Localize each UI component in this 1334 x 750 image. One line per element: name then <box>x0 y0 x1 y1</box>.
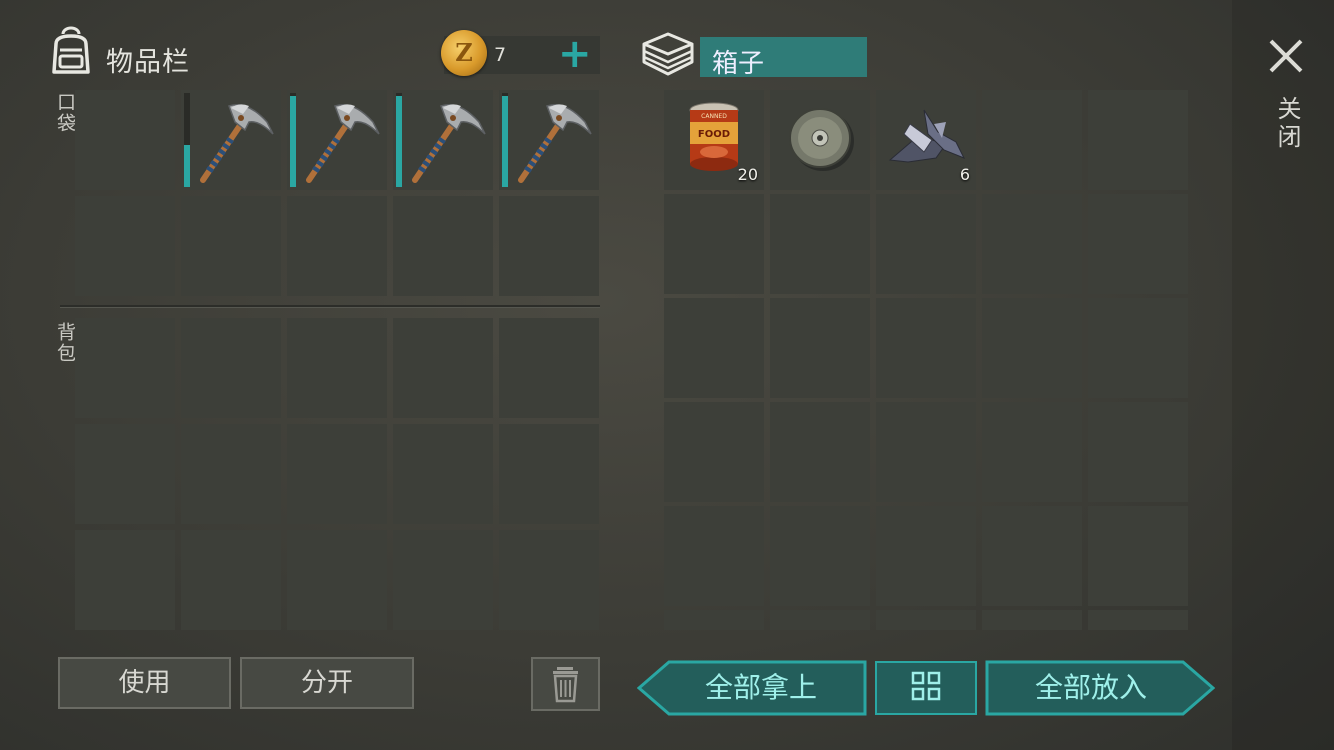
pocket-slot[interactable] <box>287 90 387 190</box>
svg-text:FOOD: FOOD <box>698 129 730 140</box>
svg-text:CANNED: CANNED <box>701 113 727 120</box>
container-slot[interactable] <box>770 90 870 190</box>
backpack-slot[interactable] <box>499 530 599 630</box>
backpack-slot[interactable] <box>393 530 493 630</box>
sort-button[interactable] <box>875 661 977 715</box>
put-all-label: 全部放入 <box>1034 671 1147 704</box>
container-title: 箱子 <box>712 49 765 79</box>
backpack-slot[interactable] <box>287 530 387 630</box>
container-slot[interactable] <box>982 402 1082 502</box>
container-slot[interactable] <box>876 194 976 294</box>
scrap-metal-icon <box>888 109 966 163</box>
pocket-slot[interactable] <box>287 196 387 296</box>
metal-disc-icon <box>789 108 854 171</box>
inventory-title: 物品栏 <box>106 47 190 78</box>
container-slot[interactable] <box>1088 610 1188 630</box>
backpack-slot[interactable] <box>181 424 281 524</box>
pickaxe-icon <box>306 104 380 183</box>
close-icon[interactable] <box>1266 36 1306 76</box>
container-slot[interactable] <box>876 298 976 398</box>
backpack-slot[interactable] <box>75 424 175 524</box>
pocket-slot[interactable] <box>75 90 175 190</box>
container-slot[interactable]: CANNED FOOD 20 <box>664 90 764 190</box>
container-slot[interactable] <box>876 506 976 606</box>
item-quantity: 20 <box>737 165 758 184</box>
container-slot[interactable] <box>1088 194 1188 294</box>
container-slot[interactable] <box>876 402 976 502</box>
discard-button[interactable] <box>531 657 600 711</box>
section-divider <box>60 305 600 308</box>
close-label[interactable]: 关闭 <box>1270 96 1305 152</box>
add-currency-button[interactable]: + <box>558 34 592 74</box>
backpack-slot[interactable] <box>393 424 493 524</box>
trash-icon <box>553 667 578 703</box>
backpack-slot[interactable] <box>393 318 493 418</box>
pickaxe-icon <box>518 104 592 183</box>
container-slot[interactable] <box>982 298 1082 398</box>
container-title-box: 箱子 <box>700 37 867 79</box>
container-slot[interactable] <box>770 506 870 606</box>
container-slot[interactable] <box>664 402 764 502</box>
item-quantity: 6 <box>959 165 970 184</box>
backpack-slot[interactable] <box>75 530 175 630</box>
container-slot[interactable] <box>982 194 1082 294</box>
backpack-slot[interactable] <box>75 318 175 418</box>
container-slot[interactable] <box>664 194 764 294</box>
pickaxe-icon <box>200 104 274 183</box>
container-slot[interactable] <box>982 90 1082 190</box>
container-slot[interactable] <box>664 506 764 606</box>
take-all-button[interactable]: 全部拿上 <box>637 660 867 716</box>
container-slot[interactable] <box>1088 402 1188 502</box>
container-slot[interactable] <box>770 402 870 502</box>
container-slot[interactable] <box>982 506 1082 606</box>
coin-count: 7 <box>494 44 507 66</box>
container-slot[interactable] <box>876 610 976 630</box>
container-slot[interactable] <box>664 298 764 398</box>
container-slot[interactable] <box>770 610 870 630</box>
take-all-label: 全部拿上 <box>704 671 817 704</box>
pocket-slot[interactable] <box>181 196 281 296</box>
container-slot[interactable] <box>982 610 1082 630</box>
sort-icon <box>911 671 941 701</box>
canned-food-icon: CANNED FOOD <box>689 102 739 171</box>
backpack-slot[interactable] <box>287 424 387 524</box>
backpack-slot[interactable] <box>181 318 281 418</box>
pocket-slot[interactable] <box>75 196 175 296</box>
backpack-slot[interactable] <box>287 318 387 418</box>
container-slot[interactable] <box>664 610 764 630</box>
backpack-icon <box>52 26 90 74</box>
split-button[interactable]: 分开 <box>240 657 414 709</box>
pocket-slot[interactable] <box>499 196 599 296</box>
coin-icon: Z <box>441 30 487 76</box>
container-slot[interactable] <box>1088 298 1188 398</box>
backpack-slot[interactable] <box>499 424 599 524</box>
crate-icon <box>642 32 694 76</box>
container-slot[interactable] <box>770 298 870 398</box>
pickaxe-icon <box>412 104 486 183</box>
container-slot[interactable] <box>1088 90 1188 190</box>
container-slot[interactable] <box>1088 506 1188 606</box>
pocket-slot[interactable] <box>499 90 599 190</box>
use-button[interactable]: 使用 <box>58 657 231 709</box>
container-slot[interactable] <box>770 194 870 294</box>
pocket-slot[interactable] <box>181 90 281 190</box>
backpack-slot[interactable] <box>181 530 281 630</box>
backpack-slot[interactable] <box>499 318 599 418</box>
pocket-slot[interactable] <box>393 196 493 296</box>
pocket-slot[interactable] <box>393 90 493 190</box>
put-all-button[interactable]: 全部放入 <box>985 660 1215 716</box>
container-slot[interactable]: 6 <box>876 90 976 190</box>
